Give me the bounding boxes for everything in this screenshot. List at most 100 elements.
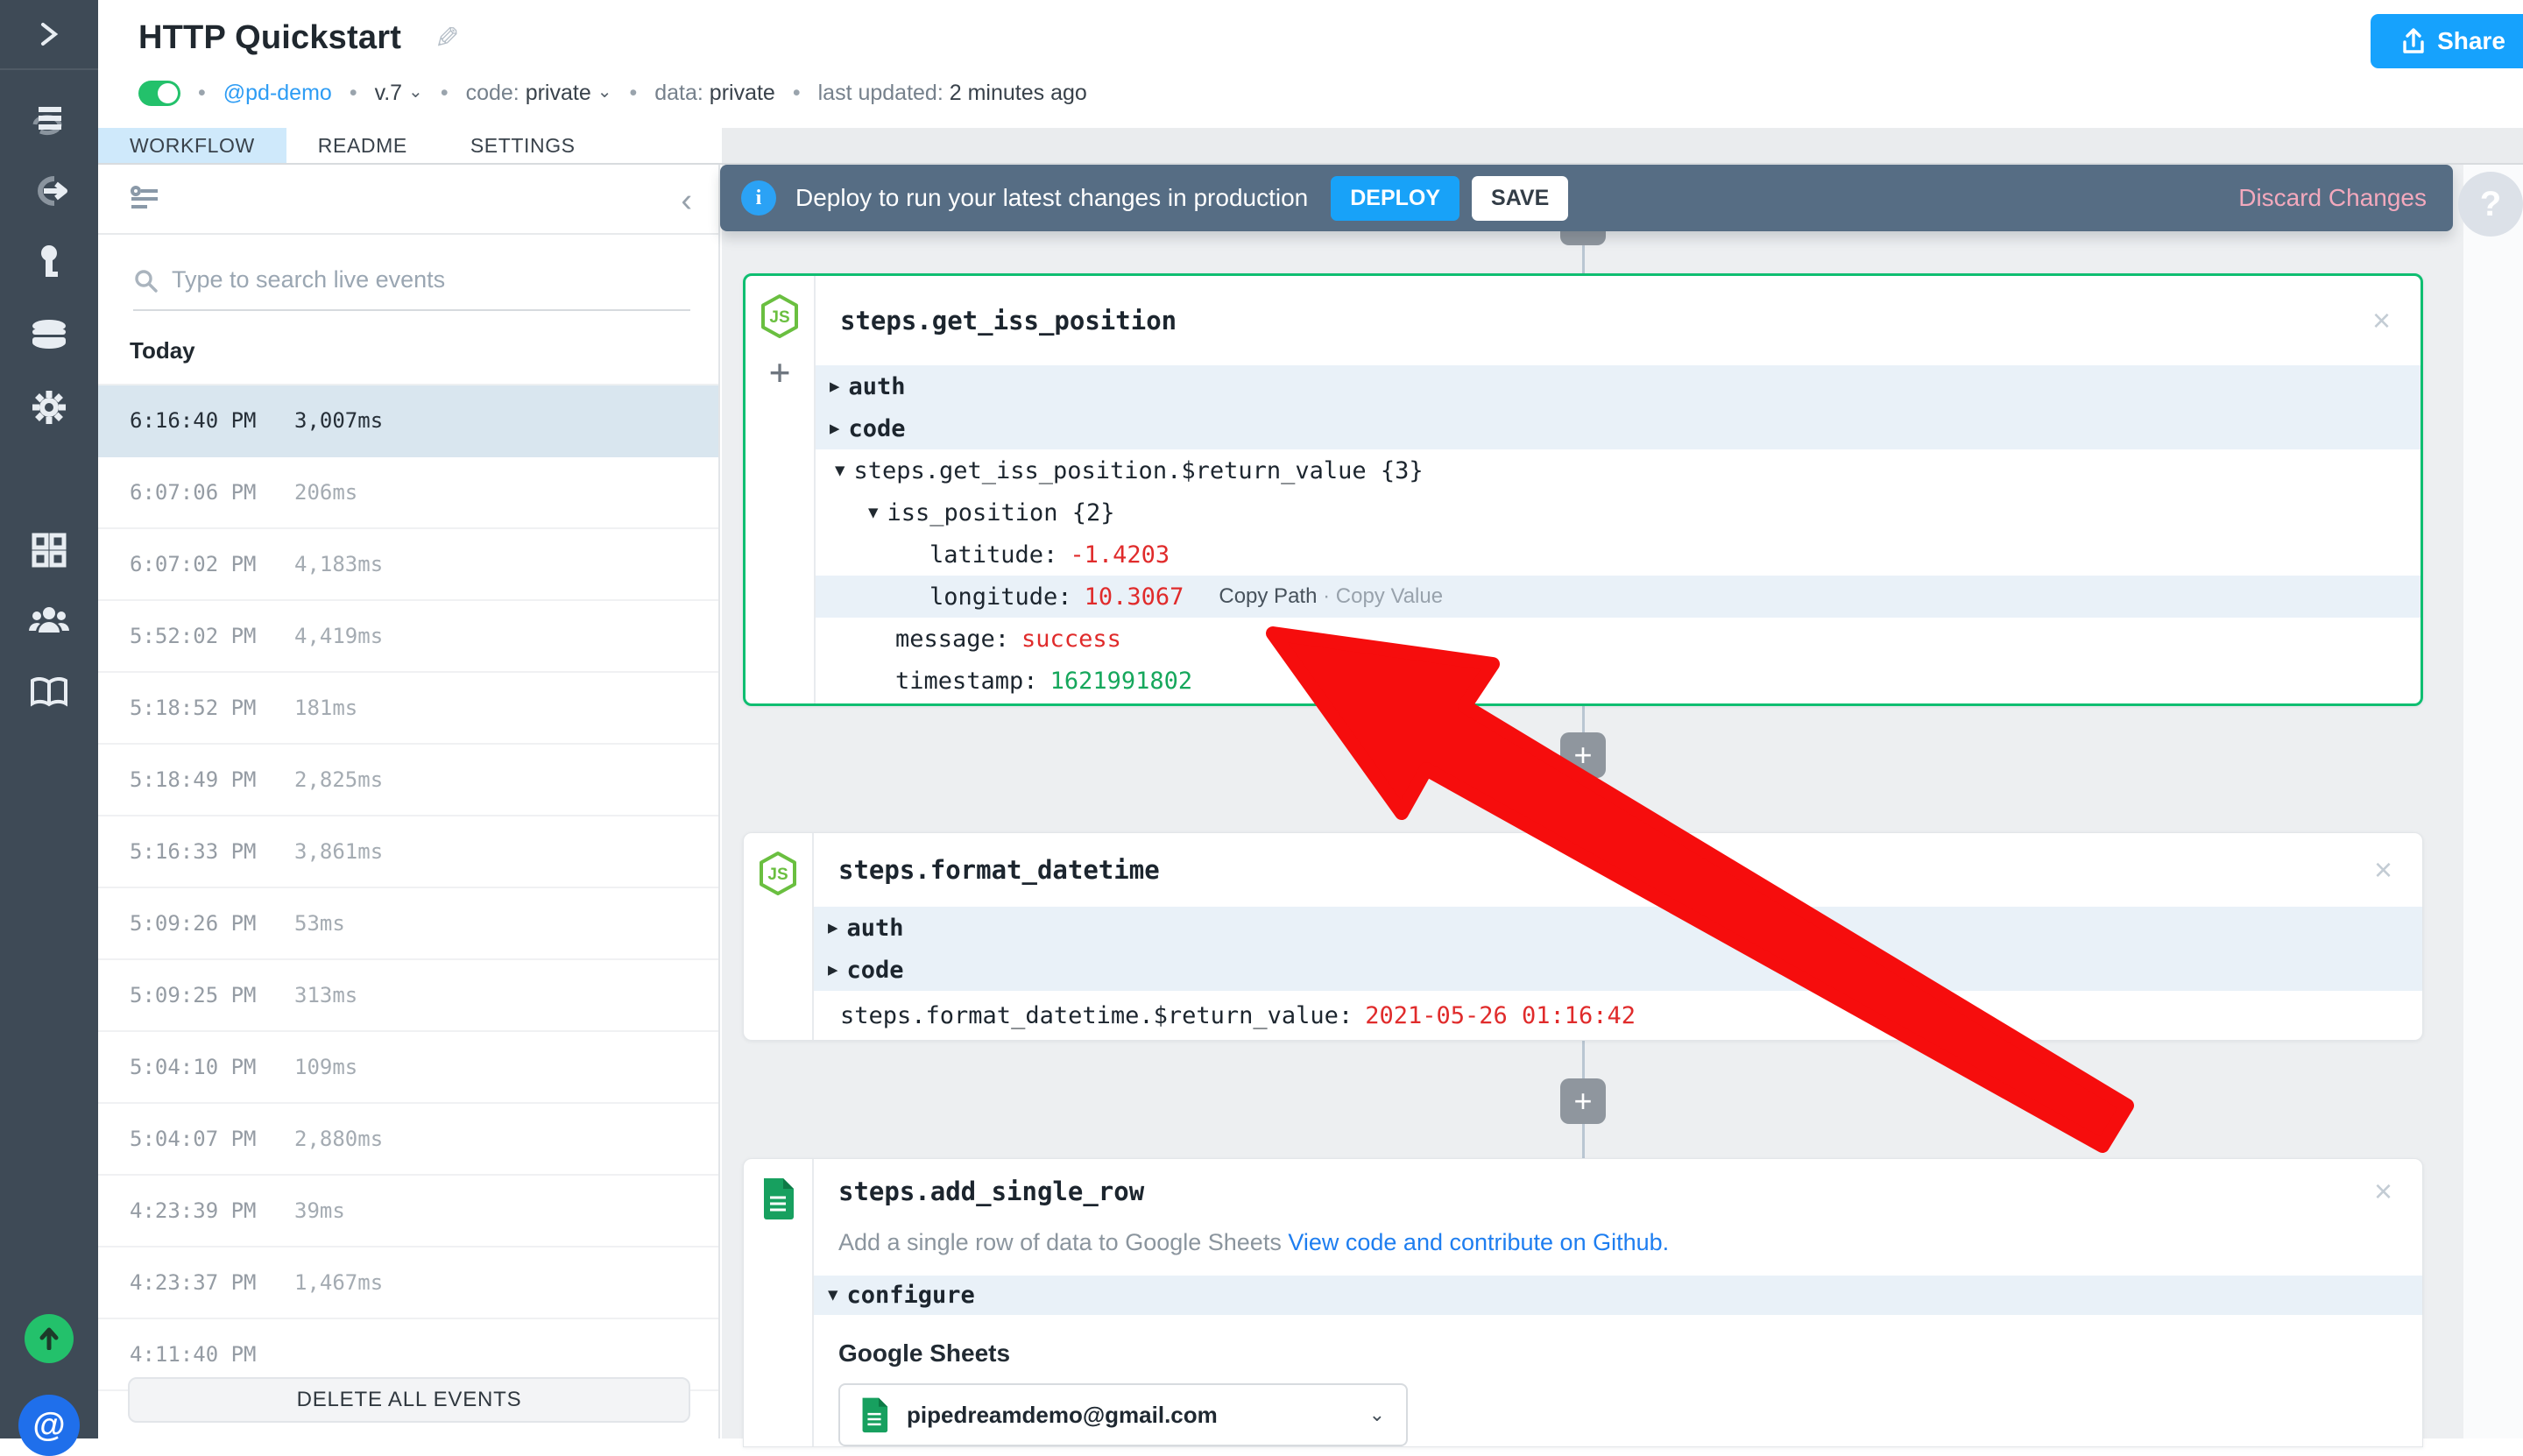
sidebar-item-apps[interactable] [0,526,98,575]
code-section-toggle[interactable]: ▶ code [814,949,2422,991]
owner-link[interactable]: @pd-demo [223,81,332,106]
deploy-message: Deploy to run your latest changes in pro… [795,184,1308,212]
tree-row-return-value[interactable]: ▼ steps.get_iss_position.$return_value {… [816,449,2421,491]
dot-separator: • [350,81,357,106]
sidebar-expand-button[interactable] [0,0,98,70]
event-duration: 206ms [294,480,357,505]
event-list-item[interactable]: 5:52:02 PM 4,419ms [98,601,718,673]
event-time: 5:18:49 PM [130,767,261,792]
tree-row-return-value[interactable]: steps.format_datetime.$return_value: 202… [814,991,2422,1040]
code-visibility-dropdown[interactable]: code: private ⌄ [466,81,612,106]
event-list-item[interactable]: 5:04:10 PM 109ms [98,1032,718,1104]
event-duration: 3,007ms [294,408,383,433]
filter-events-icon[interactable] [130,186,159,212]
auth-section-toggle[interactable]: ▶ auth [816,365,2421,407]
search-input[interactable] [172,266,662,293]
community-people-icon [28,604,70,636]
expand-chevron-icon [38,21,60,47]
add-step-inline-button[interactable]: + [769,355,790,390]
event-list-item[interactable]: 6:07:02 PM 4,183ms [98,529,718,601]
event-time: 5:16:33 PM [130,839,261,864]
tree-row-iss-position[interactable]: ▼ iss_position {2} [816,491,2421,534]
event-list-item[interactable]: 6:16:40 PM 3,007ms [98,385,718,457]
discard-changes-link[interactable]: Discard Changes [2238,184,2427,212]
tab-workflow[interactable]: WORKFLOW [98,128,286,163]
tab-readme[interactable]: README [286,128,439,163]
docs-book-icon [30,677,68,707]
step-gutter [744,1159,814,1446]
expanded-triangle-icon: ▼ [835,461,845,480]
event-duration: 1,467ms [294,1270,383,1295]
apps-grid-icon [32,533,67,568]
close-step-icon[interactable]: × [2374,852,2392,888]
sidebar-item-workflows[interactable] [0,95,98,144]
sidebar-item-settings[interactable] [0,383,98,432]
event-time: 6:07:02 PM [130,552,261,576]
tree-row-latitude[interactable]: latitude: -1.4203 [816,534,2421,576]
event-list-item[interactable]: 5:16:33 PM 3,861ms [98,816,718,888]
copy-path-link[interactable]: Copy Path [1219,584,1317,608]
add-step-button-top[interactable] [1560,231,1606,245]
help-button[interactable]: ? [2458,172,2523,237]
workflow-active-toggle[interactable] [138,81,180,106]
event-list-item[interactable]: 6:07:06 PM 206ms [98,457,718,529]
configure-section-toggle[interactable]: ▼ configure [814,1276,2422,1315]
event-duration: 313ms [294,983,357,1007]
event-duration: 2,825ms [294,767,383,792]
sidebar-item-auth[interactable] [0,238,98,287]
event-time: 5:09:25 PM [130,983,261,1007]
event-list-item[interactable]: 4:23:37 PM 1,467ms [98,1247,718,1319]
event-list-item[interactable]: 5:09:26 PM 53ms [98,888,718,960]
github-link[interactable]: View code and contribute on Github. [1288,1229,1669,1255]
sidebar-item-sources[interactable] [0,166,98,216]
event-list-item[interactable]: 5:04:07 PM 2,880ms [98,1104,718,1176]
upgrade-button[interactable] [25,1314,74,1363]
edit-title-pencil-icon[interactable]: ✎ [435,21,460,56]
event-list-item[interactable]: 5:18:52 PM 181ms [98,673,718,745]
step-title: steps.format_datetime [838,855,1160,885]
code-section-toggle[interactable]: ▶ code [816,407,2421,449]
event-time: 5:18:52 PM [130,696,261,720]
collapse-panel-chevron-icon[interactable]: ‹ [681,182,692,220]
event-time: 6:07:06 PM [130,480,261,505]
workflow-meta-row: • @pd-demo • v.7 ⌄ • code: private ⌄ • d… [138,81,1087,106]
dot-separator: • [441,81,449,106]
tab-settings[interactable]: SETTINGS [439,128,607,163]
longitude-value: 10.3067 [1085,583,1184,611]
deploy-button[interactable]: DEPLOY [1331,176,1459,221]
event-list-item[interactable]: 5:09:25 PM 313ms [98,960,718,1032]
event-time: 5:04:07 PM [130,1127,261,1151]
tree-row-message[interactable]: message: success [816,618,2421,660]
avatar[interactable]: @ [18,1395,80,1456]
version-dropdown[interactable]: v.7 ⌄ [375,81,423,106]
add-step-button[interactable]: + [1560,732,1606,778]
step-gutter: JS + [746,276,816,703]
tree-row-longitude[interactable]: longitude: 10.3067 Copy Path · Copy Valu… [816,576,2421,618]
event-list-item[interactable]: 4:23:39 PM 39ms [98,1176,718,1247]
sidebar-item-community[interactable] [0,596,98,645]
tree-row-timestamp[interactable]: timestamp: 1621991802 [816,660,2421,702]
add-step-button[interactable]: + [1560,1078,1606,1124]
event-time: 4:23:37 PM [130,1270,261,1295]
event-time: 6:16:40 PM [130,408,261,433]
step-card-add-single-row: steps.add_single_row × Add a single row … [743,1158,2423,1447]
event-search [133,266,690,311]
live-events-panel: ‹ Today 6:16:40 PM 3,007ms 6:07:06 PM 20… [98,165,720,1438]
save-button[interactable]: SAVE [1472,176,1568,221]
chevron-down-icon: ⌄ [1369,1403,1385,1426]
event-list-item[interactable]: 5:18:49 PM 2,825ms [98,745,718,816]
collapsed-triangle-icon: ▶ [830,377,839,396]
step-gutter: JS [744,833,814,1040]
delete-all-events-button[interactable]: DELETE ALL EVENTS [128,1377,690,1423]
close-step-icon[interactable]: × [2372,302,2391,339]
google-sheets-account-select[interactable]: pipedreamdemo@gmail.com ⌄ [838,1383,1408,1446]
sidebar-item-docs[interactable] [0,668,98,717]
dot-separator: • [198,81,206,106]
share-button[interactable]: Share [2371,14,2523,68]
svg-text:JS: JS [767,866,788,884]
auth-section-toggle[interactable]: ▶ auth [814,907,2422,949]
sidebar-item-sql[interactable] [0,310,98,359]
close-step-icon[interactable]: × [2374,1173,2392,1210]
share-upload-icon [2402,28,2425,54]
copy-value-link[interactable]: Copy Value [1336,584,1443,608]
